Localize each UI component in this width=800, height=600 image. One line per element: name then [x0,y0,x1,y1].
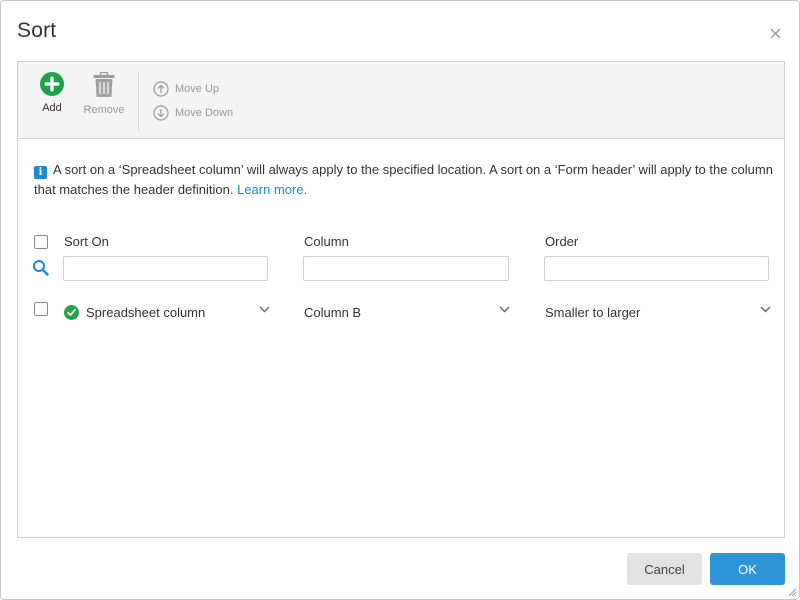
learn-more-link[interactable]: Learn more. [237,182,307,197]
column-select[interactable]: Column B [304,302,494,322]
remove-label: Remove [83,104,125,116]
order-select[interactable]: Smaller to larger [545,302,755,322]
move-down-label: Move Down [175,107,234,119]
chevron-down-icon[interactable] [499,306,510,313]
row-checkbox[interactable] [34,302,48,316]
header-order: Order [545,234,579,249]
move-down-button[interactable]: Move Down [153,105,233,121]
sort-on-filter-input[interactable] [63,256,268,281]
sort-on-select[interactable]: Spreadsheet column [64,302,264,322]
plus-circle-icon [40,72,64,96]
info-message: iA sort on a ‘Spreadsheet column’ will a… [34,160,774,200]
select-all-checkbox[interactable] [34,235,48,249]
order-value: Smaller to larger [545,304,641,320]
close-icon [770,28,780,38]
toolbar-separator [138,72,139,130]
chevron-down-icon[interactable] [760,306,771,313]
remove-button[interactable]: Remove [80,72,128,116]
move-up-button[interactable]: Move Up [153,81,219,97]
info-text: A sort on a ‘Spreadsheet column’ will al… [34,162,773,197]
arrow-up-circle-icon [153,81,169,97]
add-button[interactable]: Add [38,72,66,114]
column-filter-input[interactable] [303,256,509,281]
close-button[interactable] [765,23,785,43]
sort-dialog: Sort Add Remove Move Up Move Down i A so… [0,0,800,600]
sort-panel: Add Remove Move Up Move Down i A sort on… [17,61,785,538]
move-up-label: Move Up [175,83,220,95]
toolbar: Add Remove Move Up Move Down [18,62,784,139]
trash-icon [93,72,115,97]
add-label: Add [42,102,62,114]
sort-on-value: Spreadsheet column [86,304,206,320]
header-sort-on: Sort On [64,234,109,249]
resize-grip-icon[interactable] [787,587,797,597]
info-icon: i [34,166,47,179]
search-icon [33,260,49,276]
order-filter-input[interactable] [544,256,769,281]
cancel-button[interactable]: Cancel [627,553,702,585]
chevron-down-icon[interactable] [259,306,270,313]
dialog-title: Sort [17,19,57,42]
column-value: Column B [304,304,362,320]
arrow-down-circle-icon [153,105,169,121]
check-circle-icon [64,304,79,320]
header-column: Column [304,234,349,249]
ok-button[interactable]: OK [710,553,785,585]
